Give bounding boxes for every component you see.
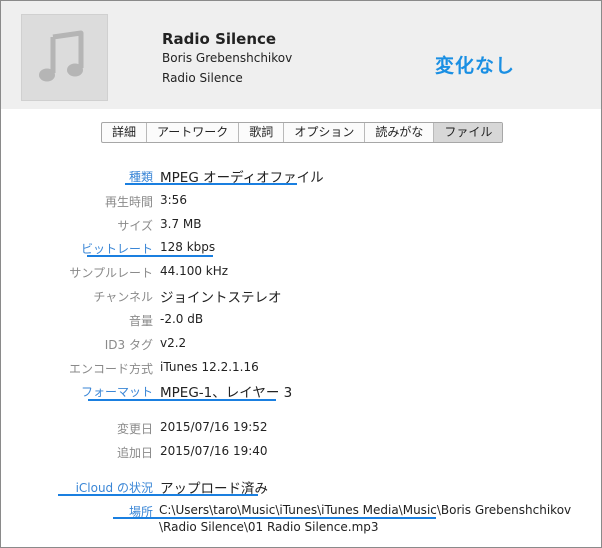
added-value: 2015/07/16 19:40 [160, 444, 268, 458]
format-underline [88, 399, 276, 401]
bitrate-underline [87, 255, 213, 257]
tab-bar: 詳細 アートワーク 歌詞 オプション 読みがな ファイル [101, 122, 504, 143]
format-value: MPEG-1、レイヤー 3 [160, 385, 293, 401]
album-artwork[interactable] [21, 14, 108, 101]
row-volume: 音量 -2.0 dB [0, 310, 602, 330]
sample-rate-label: サンプルレート [69, 266, 153, 280]
tab-artwork[interactable]: アートワーク [147, 123, 240, 142]
channels-value: ジョイントステレオ [160, 290, 282, 306]
row-location: 場所 C:\Users\taro\Music\iTunes\iTunes Med… [0, 502, 602, 536]
music-note-icon [39, 30, 84, 82]
row-modified: 変更日 2015/07/16 19:52 [0, 418, 602, 438]
id3-value: v2.2 [160, 336, 187, 350]
sample-rate-value: 44.100 kHz [160, 264, 229, 278]
song-artist: Boris Grebenshchikov [162, 51, 293, 65]
row-size: サイズ 3.7 MB [0, 215, 602, 235]
format-label: フォーマット [80, 385, 153, 399]
row-encoder: エンコード方式 iTunes 12.2.1.16 [0, 358, 602, 378]
row-channels: チャンネル ジョイントステレオ [0, 285, 602, 306]
channels-label: チャンネル [93, 290, 153, 304]
song-title: Radio Silence [162, 30, 277, 48]
annotation-no-change: 変化なし [435, 55, 516, 77]
tab-file[interactable]: ファイル [434, 123, 503, 142]
location-path-line1[interactable]: C:\Users\taro\Music\iTunes\iTunes Media\… [159, 502, 571, 518]
tab-options[interactable]: オプション [284, 123, 366, 142]
location-underline [113, 517, 436, 519]
bitrate-value: 128 kbps [160, 240, 216, 254]
tab-lyrics[interactable]: 歌詞 [239, 123, 285, 142]
encoder-value: iTunes 12.2.1.16 [160, 360, 259, 374]
icloud-underline [58, 494, 258, 496]
size-label: サイズ [117, 219, 153, 233]
row-added: 追加日 2015/07/16 19:40 [0, 442, 602, 462]
song-album: Radio Silence [162, 71, 243, 85]
row-format: フォーマット MPEG-1、レイヤー 3 [0, 381, 602, 401]
row-id3: ID3 タグ v2.2 [0, 334, 602, 354]
row-kind: 種類 MPEG オーディオファイル [0, 166, 602, 186]
tab-details[interactable]: 詳細 [102, 123, 148, 142]
song-header: Radio Silence Boris Grebenshchikov Radio… [1, 1, 601, 109]
encoder-label: エンコード方式 [68, 362, 153, 376]
row-sample-rate: サンプルレート 44.100 kHz [0, 262, 602, 282]
added-label: 追加日 [116, 446, 153, 460]
volume-label: 音量 [128, 314, 153, 328]
modified-value: 2015/07/16 19:52 [160, 420, 268, 434]
duration-label: 再生時間 [104, 195, 153, 209]
row-duration: 再生時間 3:56 [0, 191, 602, 211]
size-value: 3.7 MB [160, 217, 202, 231]
duration-value: 3:56 [160, 193, 187, 207]
kind-underline [125, 183, 297, 185]
id3-label: ID3 タグ [104, 338, 153, 352]
modified-label: 変更日 [116, 422, 153, 436]
location-path-line2[interactable]: \Radio Silence\01 Radio Silence.mp3 [159, 519, 379, 535]
tab-sorting[interactable]: 読みがな [365, 123, 435, 142]
volume-value: -2.0 dB [160, 312, 204, 326]
